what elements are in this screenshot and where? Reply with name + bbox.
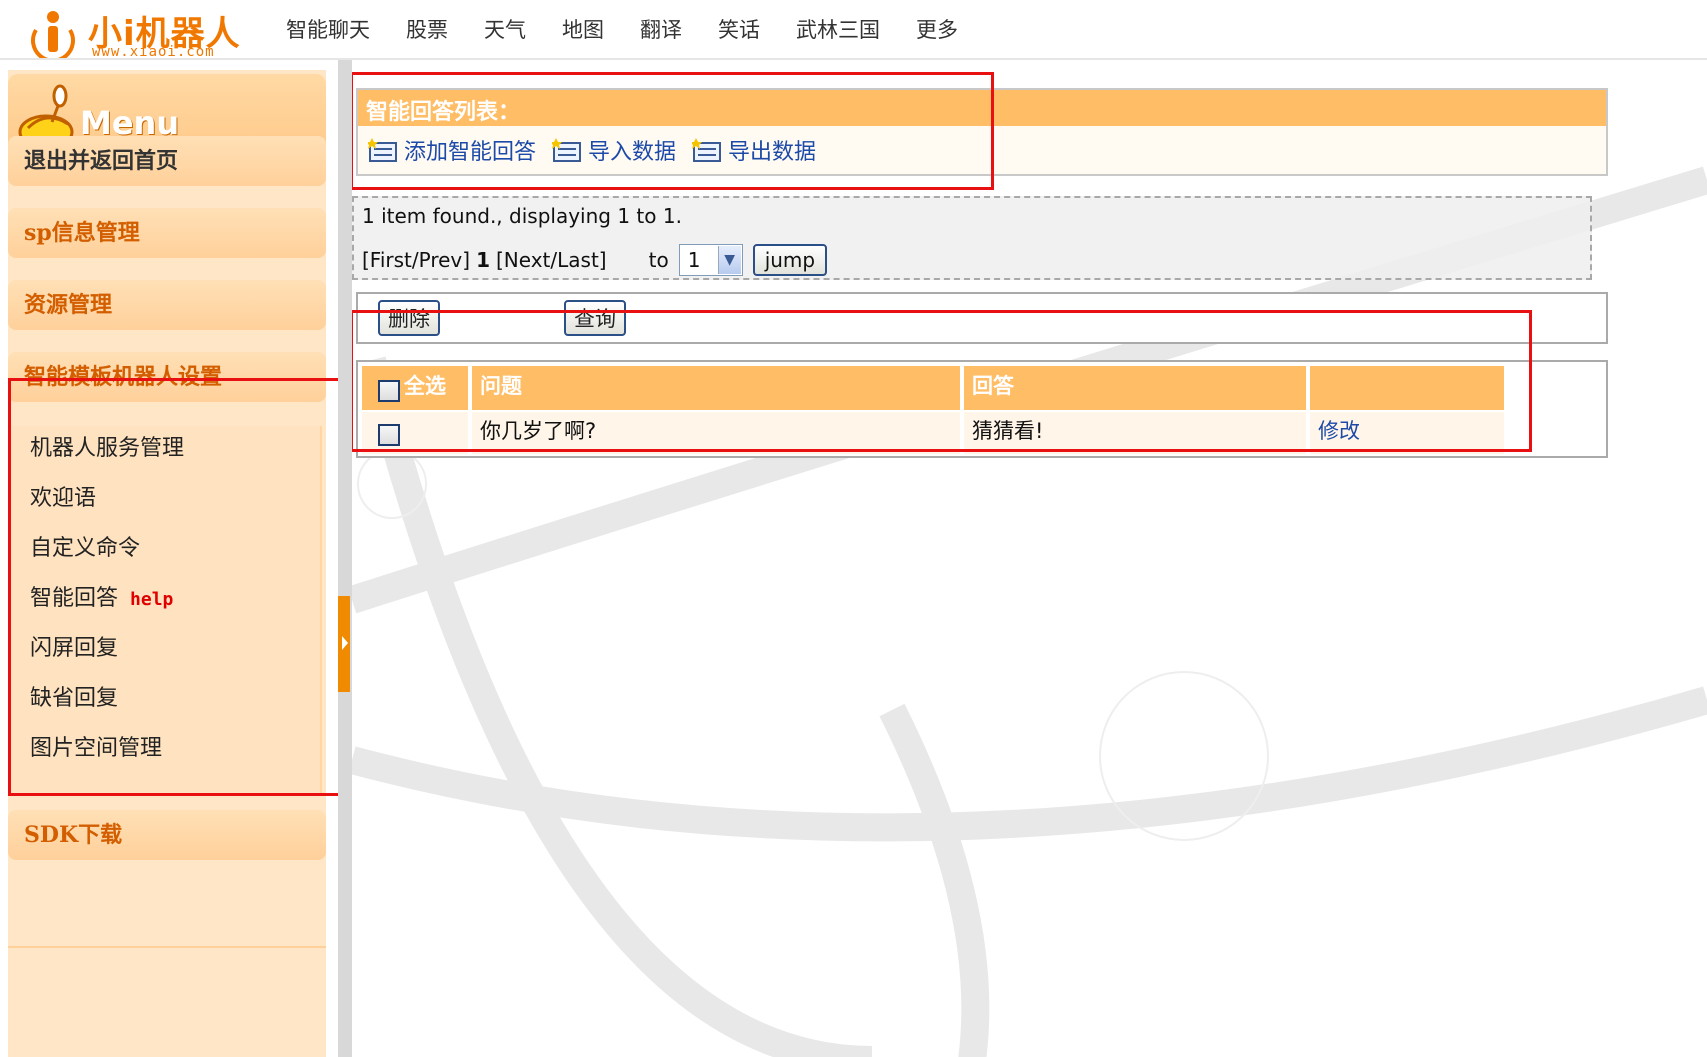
select-all-label: 全选 bbox=[404, 374, 446, 398]
pagination-box: 1 item found., displaying 1 to 1. [First… bbox=[352, 196, 1592, 280]
pagination-summary: 1 item found., displaying 1 to 1. bbox=[362, 204, 682, 228]
sidebar-divider bbox=[8, 946, 326, 948]
smart-answer-list-panel: 智能回答列表： 添加智能回答 导入数据 导出数据 bbox=[356, 88, 1608, 176]
submenu-item-smart-answer-label: 智能回答 bbox=[30, 586, 119, 611]
import-list-icon bbox=[552, 138, 582, 162]
export-data-link[interactable]: 导出数据 bbox=[692, 134, 816, 166]
submenu-item-smart-answer[interactable]: 智能回答 help bbox=[30, 580, 173, 612]
page-select-value: 1 bbox=[687, 248, 701, 272]
page-to-label: to bbox=[648, 248, 669, 272]
export-list-icon bbox=[692, 138, 722, 162]
chevron-down-icon: ▼ bbox=[717, 246, 741, 274]
topnav-item-map[interactable]: 地图 bbox=[562, 14, 604, 44]
current-page: 1 bbox=[476, 248, 490, 272]
submenu-item-default-reply[interactable]: 缺省回复 bbox=[30, 680, 118, 712]
collapse-sidebar-handle[interactable] bbox=[338, 596, 350, 692]
submenu-item-welcome[interactable]: 欢迎语 bbox=[30, 480, 96, 512]
help-link[interactable]: help bbox=[130, 589, 173, 610]
top-nav: 智能聊天 股票 天气 地图 翻译 笑话 武林三国 更多 bbox=[286, 14, 994, 44]
import-data-link[interactable]: 导入数据 bbox=[552, 134, 676, 166]
first-prev-link[interactable]: [First/Prev] bbox=[362, 248, 470, 272]
header-answer: 回答 bbox=[964, 366, 1306, 410]
sidebar: Menu 退出并返回首页 sp信息管理 资源管理 智能模板机器人设置 机器人服务… bbox=[0, 60, 350, 1057]
sidebar-splitter bbox=[338, 60, 352, 1057]
row-operations: 修改 bbox=[1310, 412, 1504, 454]
header-operations bbox=[1310, 366, 1504, 410]
next-last-link[interactable]: [Next/Last] bbox=[496, 248, 607, 272]
submenu-item-splash-reply[interactable]: 闪屏回复 bbox=[30, 630, 118, 662]
row-select-cell bbox=[362, 412, 468, 454]
submenu-item-custom-command[interactable]: 自定义命令 bbox=[30, 530, 140, 562]
jump-button[interactable]: jump bbox=[752, 244, 828, 276]
submenu-item-service[interactable]: 机器人服务管理 bbox=[30, 430, 184, 462]
topnav-item-game[interactable]: 武林三国 bbox=[796, 14, 880, 44]
row-checkbox[interactable] bbox=[378, 424, 400, 446]
topnav-item-more[interactable]: 更多 bbox=[916, 14, 958, 44]
edit-link[interactable]: 修改 bbox=[1318, 419, 1360, 443]
sidebar-item-resources[interactable]: 资源管理 bbox=[8, 280, 326, 330]
brand-logo[interactable]: 小i机器人 www.xiaoi.com bbox=[22, 2, 262, 60]
submenu-item-image-space[interactable]: 图片空间管理 bbox=[30, 730, 162, 762]
delete-button[interactable]: 删除 bbox=[378, 300, 440, 336]
brand-url: www.xiaoi.com bbox=[92, 44, 215, 60]
sidebar-item-sdk[interactable]: SDK下载 bbox=[8, 810, 326, 860]
add-list-icon bbox=[368, 138, 397, 162]
action-bar: 删除 查询 bbox=[356, 292, 1608, 344]
row-answer: 猜猜看! bbox=[964, 412, 1306, 454]
sidebar-item-logout[interactable]: 退出并返回首页 bbox=[8, 136, 326, 186]
query-button[interactable]: 查询 bbox=[564, 300, 626, 336]
page-select[interactable]: 1 ▼ bbox=[678, 244, 743, 276]
topnav-item-stocks[interactable]: 股票 bbox=[406, 14, 448, 44]
header-select-all: 全选 bbox=[362, 366, 468, 410]
list-title: 智能回答列表： bbox=[366, 100, 521, 125]
smart-answer-table: 全选 问题 回答 你几岁了啊? 猜猜看! 修改 bbox=[356, 360, 1608, 458]
topnav-item-translate[interactable]: 翻译 bbox=[640, 14, 682, 44]
sidebar-item-robot-settings[interactable]: 智能模板机器人设置 bbox=[8, 352, 326, 402]
sidebar-item-sp-info[interactable]: sp信息管理 bbox=[8, 208, 326, 258]
header-question: 问题 bbox=[472, 366, 960, 410]
top-header: 小i机器人 www.xiaoi.com 智能聊天 股票 天气 地图 翻译 笑话 … bbox=[0, 0, 1707, 60]
xiaoi-logo-icon bbox=[31, 11, 75, 58]
topnav-item-weather[interactable]: 天气 bbox=[484, 14, 526, 44]
row-question: 你几岁了啊? bbox=[472, 412, 960, 454]
topnav-item-chat[interactable]: 智能聊天 bbox=[286, 14, 370, 44]
list-toolbar: 添加智能回答 导入数据 导出数据 bbox=[368, 134, 832, 166]
main-content: 智能回答列表： 添加智能回答 导入数据 导出数据 1 item found., … bbox=[352, 60, 1707, 1057]
pagination-controls: [First/Prev] 1 [Next/Last] to 1 ▼ jump bbox=[362, 244, 828, 276]
select-all-checkbox[interactable] bbox=[378, 380, 400, 402]
robot-settings-submenu: 机器人服务管理 欢迎语 自定义命令 智能回答 help 闪屏回复 缺省回复 图片空… bbox=[8, 426, 322, 794]
add-smart-answer-link[interactable]: 添加智能回答 bbox=[368, 134, 536, 166]
topnav-item-jokes[interactable]: 笑话 bbox=[718, 14, 760, 44]
